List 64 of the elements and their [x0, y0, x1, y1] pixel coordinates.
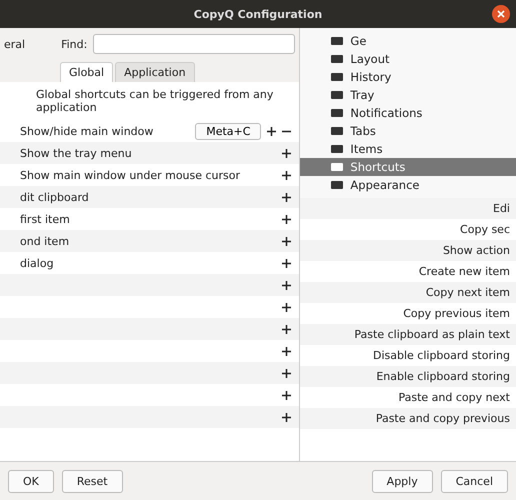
category-item[interactable]: Notifications	[300, 104, 516, 122]
add-icon[interactable]	[282, 258, 292, 268]
window-title: CopyQ Configuration	[194, 8, 322, 20]
window-icon	[330, 125, 344, 137]
add-icon[interactable]	[282, 390, 292, 400]
shortcut-name: Show/hide main window	[20, 124, 154, 138]
shortcut-name: Create new item	[418, 265, 510, 278]
category-item[interactable]: Layout	[300, 50, 516, 68]
add-icon[interactable]	[282, 170, 292, 180]
add-icon[interactable]	[282, 302, 292, 312]
shortcut-name: Copy next item	[426, 286, 510, 299]
shortcut-button[interactable]: Meta+C	[195, 122, 262, 140]
tab[interactable]: Application	[115, 62, 195, 82]
add-icon[interactable]	[282, 236, 292, 246]
shortcut-name: ond item	[20, 234, 70, 248]
shortcut-name: Show the tray menu	[20, 146, 132, 160]
find-field[interactable]	[93, 34, 296, 54]
shortcut-name: Enable clipboard storing	[376, 370, 510, 383]
shortcut-name: Show main window under mouse cursor	[20, 168, 240, 182]
window-icon	[330, 71, 344, 83]
dialog-button[interactable]: Apply	[372, 470, 433, 492]
add-icon[interactable]	[282, 192, 292, 202]
category-item[interactable]: Tabs	[300, 122, 516, 140]
window-icon	[330, 53, 344, 65]
close-icon	[496, 9, 506, 19]
tab[interactable]: Global	[60, 62, 114, 82]
category-item[interactable]: Tray	[300, 86, 516, 104]
shortcut-name: Paste clipboard as plain text	[354, 328, 510, 341]
add-icon[interactable]	[282, 214, 292, 224]
shortcut-name: dit clipboard	[20, 190, 89, 204]
add-icon[interactable]	[282, 346, 292, 356]
shortcut-name: Disable clipboard storing	[372, 349, 510, 362]
dialog-button[interactable]: Cancel	[440, 470, 508, 492]
shortcut-name: Paste and copy next	[398, 391, 510, 404]
category-label: eral	[4, 38, 26, 50]
add-icon[interactable]	[282, 148, 292, 158]
shortcut-name: Paste and copy previous	[376, 412, 510, 425]
window-icon	[330, 143, 344, 155]
category-item[interactable]: Ge	[300, 32, 516, 50]
add-icon[interactable]	[282, 412, 292, 422]
shortcut-name: first item	[20, 212, 70, 226]
close-button[interactable]	[492, 5, 510, 23]
find-label: Find:	[61, 38, 88, 50]
info-text: Global shortcuts can be triggered from any application	[35, 87, 274, 116]
shortcut-name: Copy sec	[460, 223, 510, 236]
category-item[interactable]: Shortcuts	[300, 158, 516, 176]
shortcut-name: dialog	[20, 256, 54, 270]
add-icon[interactable]	[282, 368, 292, 378]
window-icon	[330, 179, 344, 191]
add-icon[interactable]	[282, 324, 292, 334]
window-icon	[330, 107, 344, 119]
add-icon[interactable]	[282, 280, 292, 290]
dialog-button[interactable]: Reset	[62, 470, 123, 492]
shortcut-name: Copy previous item	[403, 307, 510, 320]
shortcut-name: Show action	[442, 244, 510, 257]
window-icon	[330, 161, 344, 173]
shortcut-name: Edi	[493, 202, 510, 215]
category-item[interactable]: Appearance	[300, 176, 516, 194]
category-item[interactable]: History	[300, 68, 516, 86]
category-item[interactable]: Items	[300, 140, 516, 158]
window-icon	[330, 35, 344, 47]
add-icon[interactable]	[267, 126, 276, 136]
window-icon	[330, 89, 344, 101]
dialog-button[interactable]: OK	[8, 470, 54, 492]
